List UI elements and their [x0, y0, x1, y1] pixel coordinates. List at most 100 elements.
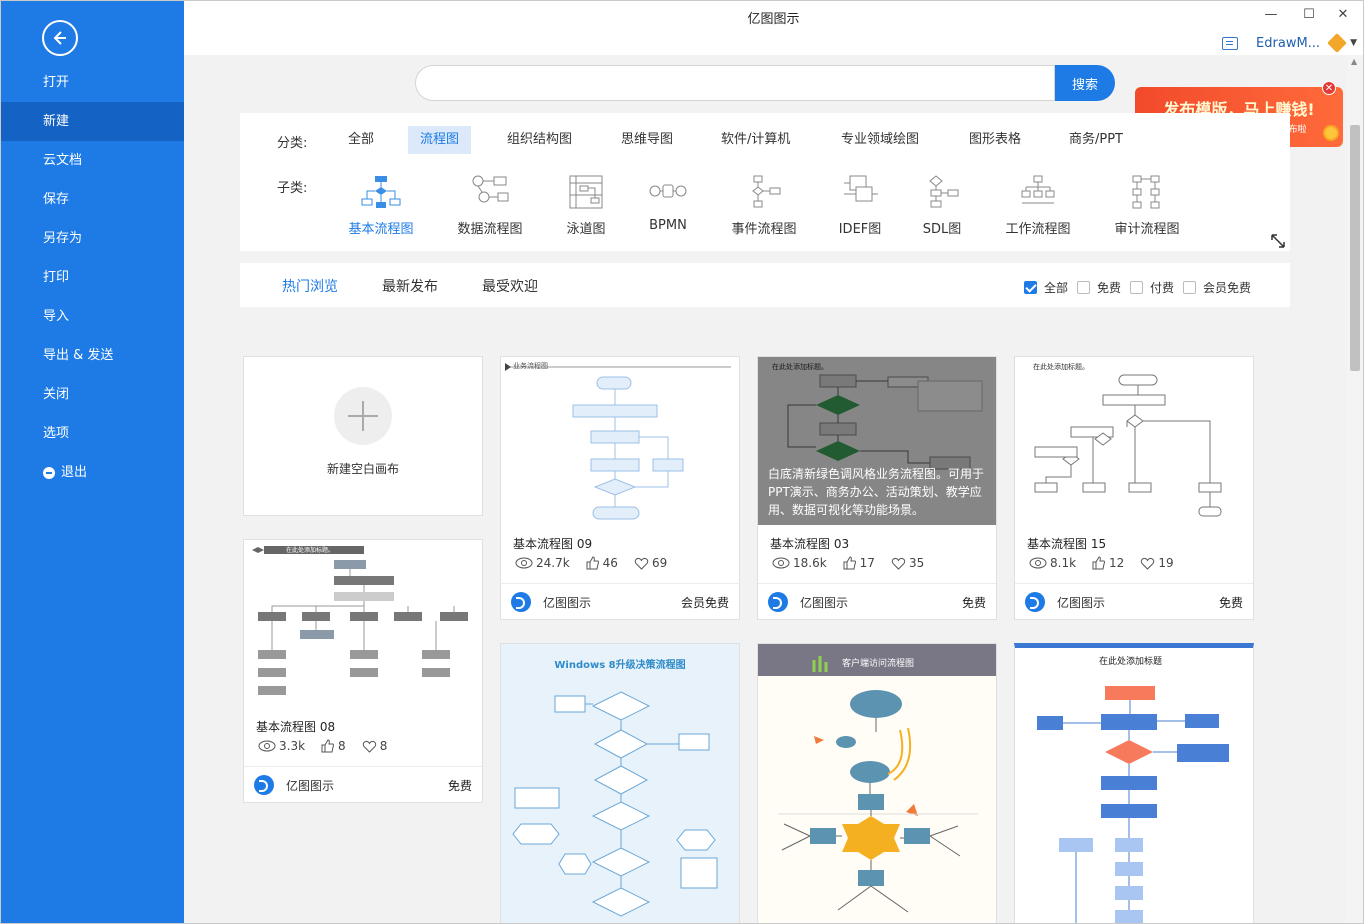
card-footer: 亿图图示 会员免费	[501, 583, 739, 619]
tab-latest[interactable]: 最新发布	[382, 276, 438, 296]
sidebar-item-save[interactable]: 保存	[1, 180, 184, 219]
decision-flowchart-thumbnail-image: Windows 8升级决策流程图	[512, 658, 718, 917]
category-professional[interactable]: 专业领域绘图	[829, 126, 931, 154]
view-count: 3.3k	[279, 739, 306, 753]
template-card[interactable]: 在此处添加标题。 白底清新绿色调风格业务流程图。可用于PPT演示、商务办公、活动…	[757, 356, 997, 620]
category-flowchart[interactable]: 流程图	[408, 126, 472, 154]
sidebar-item-exit[interactable]: 退出	[1, 453, 184, 492]
template-card[interactable]: 在此处添加标题。 基本流程图 08 3.3k 8 8 亿图图示 免费	[243, 539, 483, 803]
workflow-icon	[1021, 175, 1055, 204]
sidebar-item-cloud[interactable]: 云文档	[1, 141, 184, 180]
minimize-button[interactable]: —	[1258, 5, 1284, 25]
message-icon[interactable]	[1222, 36, 1239, 50]
sidebar-item-import[interactable]: 导入	[1, 297, 184, 336]
vertical-scrollbar[interactable]: ▲	[1347, 55, 1363, 923]
flowchart-thumbnail-image: 业务流程图	[505, 361, 731, 520]
template-thumbnail: 在此处添加标题。 白底清新绿色调风格业务流程图。可用于PPT演示、商务办公、活动…	[758, 357, 996, 525]
sidebar-item-print[interactable]: 打印	[1, 258, 184, 297]
edraw-logo-icon	[254, 775, 274, 795]
checkbox-label: 免费	[1097, 281, 1122, 295]
category-tables[interactable]: 图形表格	[957, 126, 1033, 154]
audit-flow-icon	[1132, 175, 1160, 209]
card-footer: 亿图图示 免费	[244, 766, 482, 802]
chevron-down-icon[interactable]: ▼	[1350, 38, 1357, 48]
card-author: 亿图图示	[800, 596, 849, 610]
user-name[interactable]: EdrawM...	[1256, 36, 1320, 51]
sidebar-item-close[interactable]: 关闭	[1, 375, 184, 414]
filter-paid-checkbox[interactable]: 付费	[1130, 279, 1174, 296]
heart-icon	[634, 557, 649, 570]
card-author: 亿图图示	[286, 779, 335, 793]
sidebar-item-open[interactable]: 打开	[1, 63, 184, 102]
filter-member-free-checkbox[interactable]: 会员免费	[1183, 279, 1251, 296]
bpmn-icon	[649, 184, 687, 198]
filter-free-checkbox[interactable]: 免费	[1077, 279, 1121, 296]
favorite-count: 69	[651, 556, 668, 570]
category-mind-map[interactable]: 思维导图	[609, 126, 685, 154]
scrollbar-thumb[interactable]	[1350, 125, 1360, 371]
tab-popular[interactable]: 热门浏览	[282, 276, 338, 296]
category-label: 分类:	[277, 136, 308, 151]
subcategory-audit[interactable]: 审计流程图	[1099, 175, 1195, 237]
title-bar: 亿图图示 — ☐ ✕ EdrawM... ▼	[184, 1, 1363, 53]
maximize-button[interactable]: ☐	[1296, 5, 1322, 25]
subcategory-sdl[interactable]: SDL图	[894, 175, 990, 237]
idef-icon	[844, 175, 878, 202]
subcategory-bpmn[interactable]: BPMN	[620, 175, 716, 233]
card-stats: 18.6k 17 35	[772, 556, 936, 570]
card-title: 基本流程图 08	[256, 720, 336, 734]
sidebar-item-export[interactable]: 导出 & 发送	[1, 336, 184, 375]
category-business-ppt[interactable]: 商务/PPT	[1057, 126, 1135, 154]
template-card[interactable]: 在此处添加标题。 基本流程图 15 8.1k 12 19 亿图图示 免费	[1014, 356, 1254, 620]
sidebar-item-label: 关闭	[43, 387, 70, 402]
checkbox-label: 全部	[1044, 281, 1069, 295]
view-count: 18.6k	[793, 556, 827, 570]
search-button[interactable]: 搜索	[1055, 65, 1115, 101]
sidebar-item-new[interactable]: 新建	[1, 102, 184, 141]
thumbnail-title: 在此处添加标题	[1099, 655, 1162, 667]
card-price: 免费	[1218, 596, 1243, 610]
checkbox-checked-icon	[1024, 281, 1037, 294]
subcategory-label-text: 事件流程图	[731, 222, 797, 237]
close-button[interactable]: ✕	[1330, 5, 1356, 25]
subcategory-label-text: 审计流程图	[1114, 222, 1180, 237]
new-blank-canvas-card[interactable]: 新建空白画布	[243, 356, 483, 516]
checkbox-icon	[1077, 281, 1090, 294]
subcategory-data-flowchart[interactable]: 数据流程图	[442, 175, 538, 237]
tab-most-liked[interactable]: 最受欢迎	[482, 276, 538, 296]
expand-icon[interactable]	[1270, 233, 1286, 249]
filter-all-checkbox[interactable]: 全部	[1024, 279, 1068, 296]
sidebar-item-label: 打开	[43, 75, 70, 90]
category-software[interactable]: 软件/计算机	[709, 126, 802, 154]
promo-close-icon[interactable]: ✕	[1322, 81, 1336, 95]
category-all[interactable]: 全部	[336, 126, 386, 154]
sidebar-item-label: 云文档	[43, 153, 83, 168]
category-org-chart[interactable]: 组织结构图	[495, 126, 584, 154]
sidebar-item-save-as[interactable]: 另存为	[1, 219, 184, 258]
sort-tabs: 热门浏览 最新发布 最受欢迎 全部 免费 付费 会员免费	[240, 263, 1290, 307]
thumbnail-title: 业务流程图	[513, 361, 548, 370]
subcategory-event-flowchart[interactable]: 事件流程图	[716, 175, 812, 237]
scroll-up-icon[interactable]: ▲	[1351, 57, 1357, 66]
thumbs-up-icon	[321, 739, 335, 753]
template-card[interactable]: Windows 8升级决策流程图	[500, 643, 740, 923]
plus-icon	[334, 387, 392, 445]
subcategory-label-text: 工作流程图	[1005, 222, 1071, 237]
back-button[interactable]	[42, 20, 78, 56]
user-bar: EdrawM... ▼	[1222, 33, 1357, 53]
sidebar-item-options[interactable]: 选项	[1, 414, 184, 453]
checkbox-icon	[1183, 281, 1196, 294]
eye-icon	[258, 740, 276, 752]
template-card[interactable]: 在此处添加标题	[1014, 643, 1254, 923]
search-input[interactable]	[415, 65, 1055, 101]
card-author: 亿图图示	[543, 596, 592, 610]
card-description: 白底清新绿色调风格业务流程图。可用于PPT演示、商务办公、活动策划、教学应用、数…	[768, 467, 985, 517]
card-footer: 亿图图示 免费	[1015, 583, 1253, 619]
like-count: 12	[1109, 556, 1125, 570]
template-card[interactable]: 客户端访问流程图	[757, 643, 997, 923]
template-thumbnail: 业务流程图	[501, 357, 739, 525]
subcategory-workflow[interactable]: 工作流程图	[990, 175, 1086, 237]
subcategory-basic-flowchart[interactable]: 基本流程图	[333, 175, 429, 237]
new-blank-label: 新建空白画布	[326, 462, 399, 476]
template-card[interactable]: 业务流程图 基本流程图 09 24.7k 46 69 亿图图示 会员免费	[500, 356, 740, 620]
